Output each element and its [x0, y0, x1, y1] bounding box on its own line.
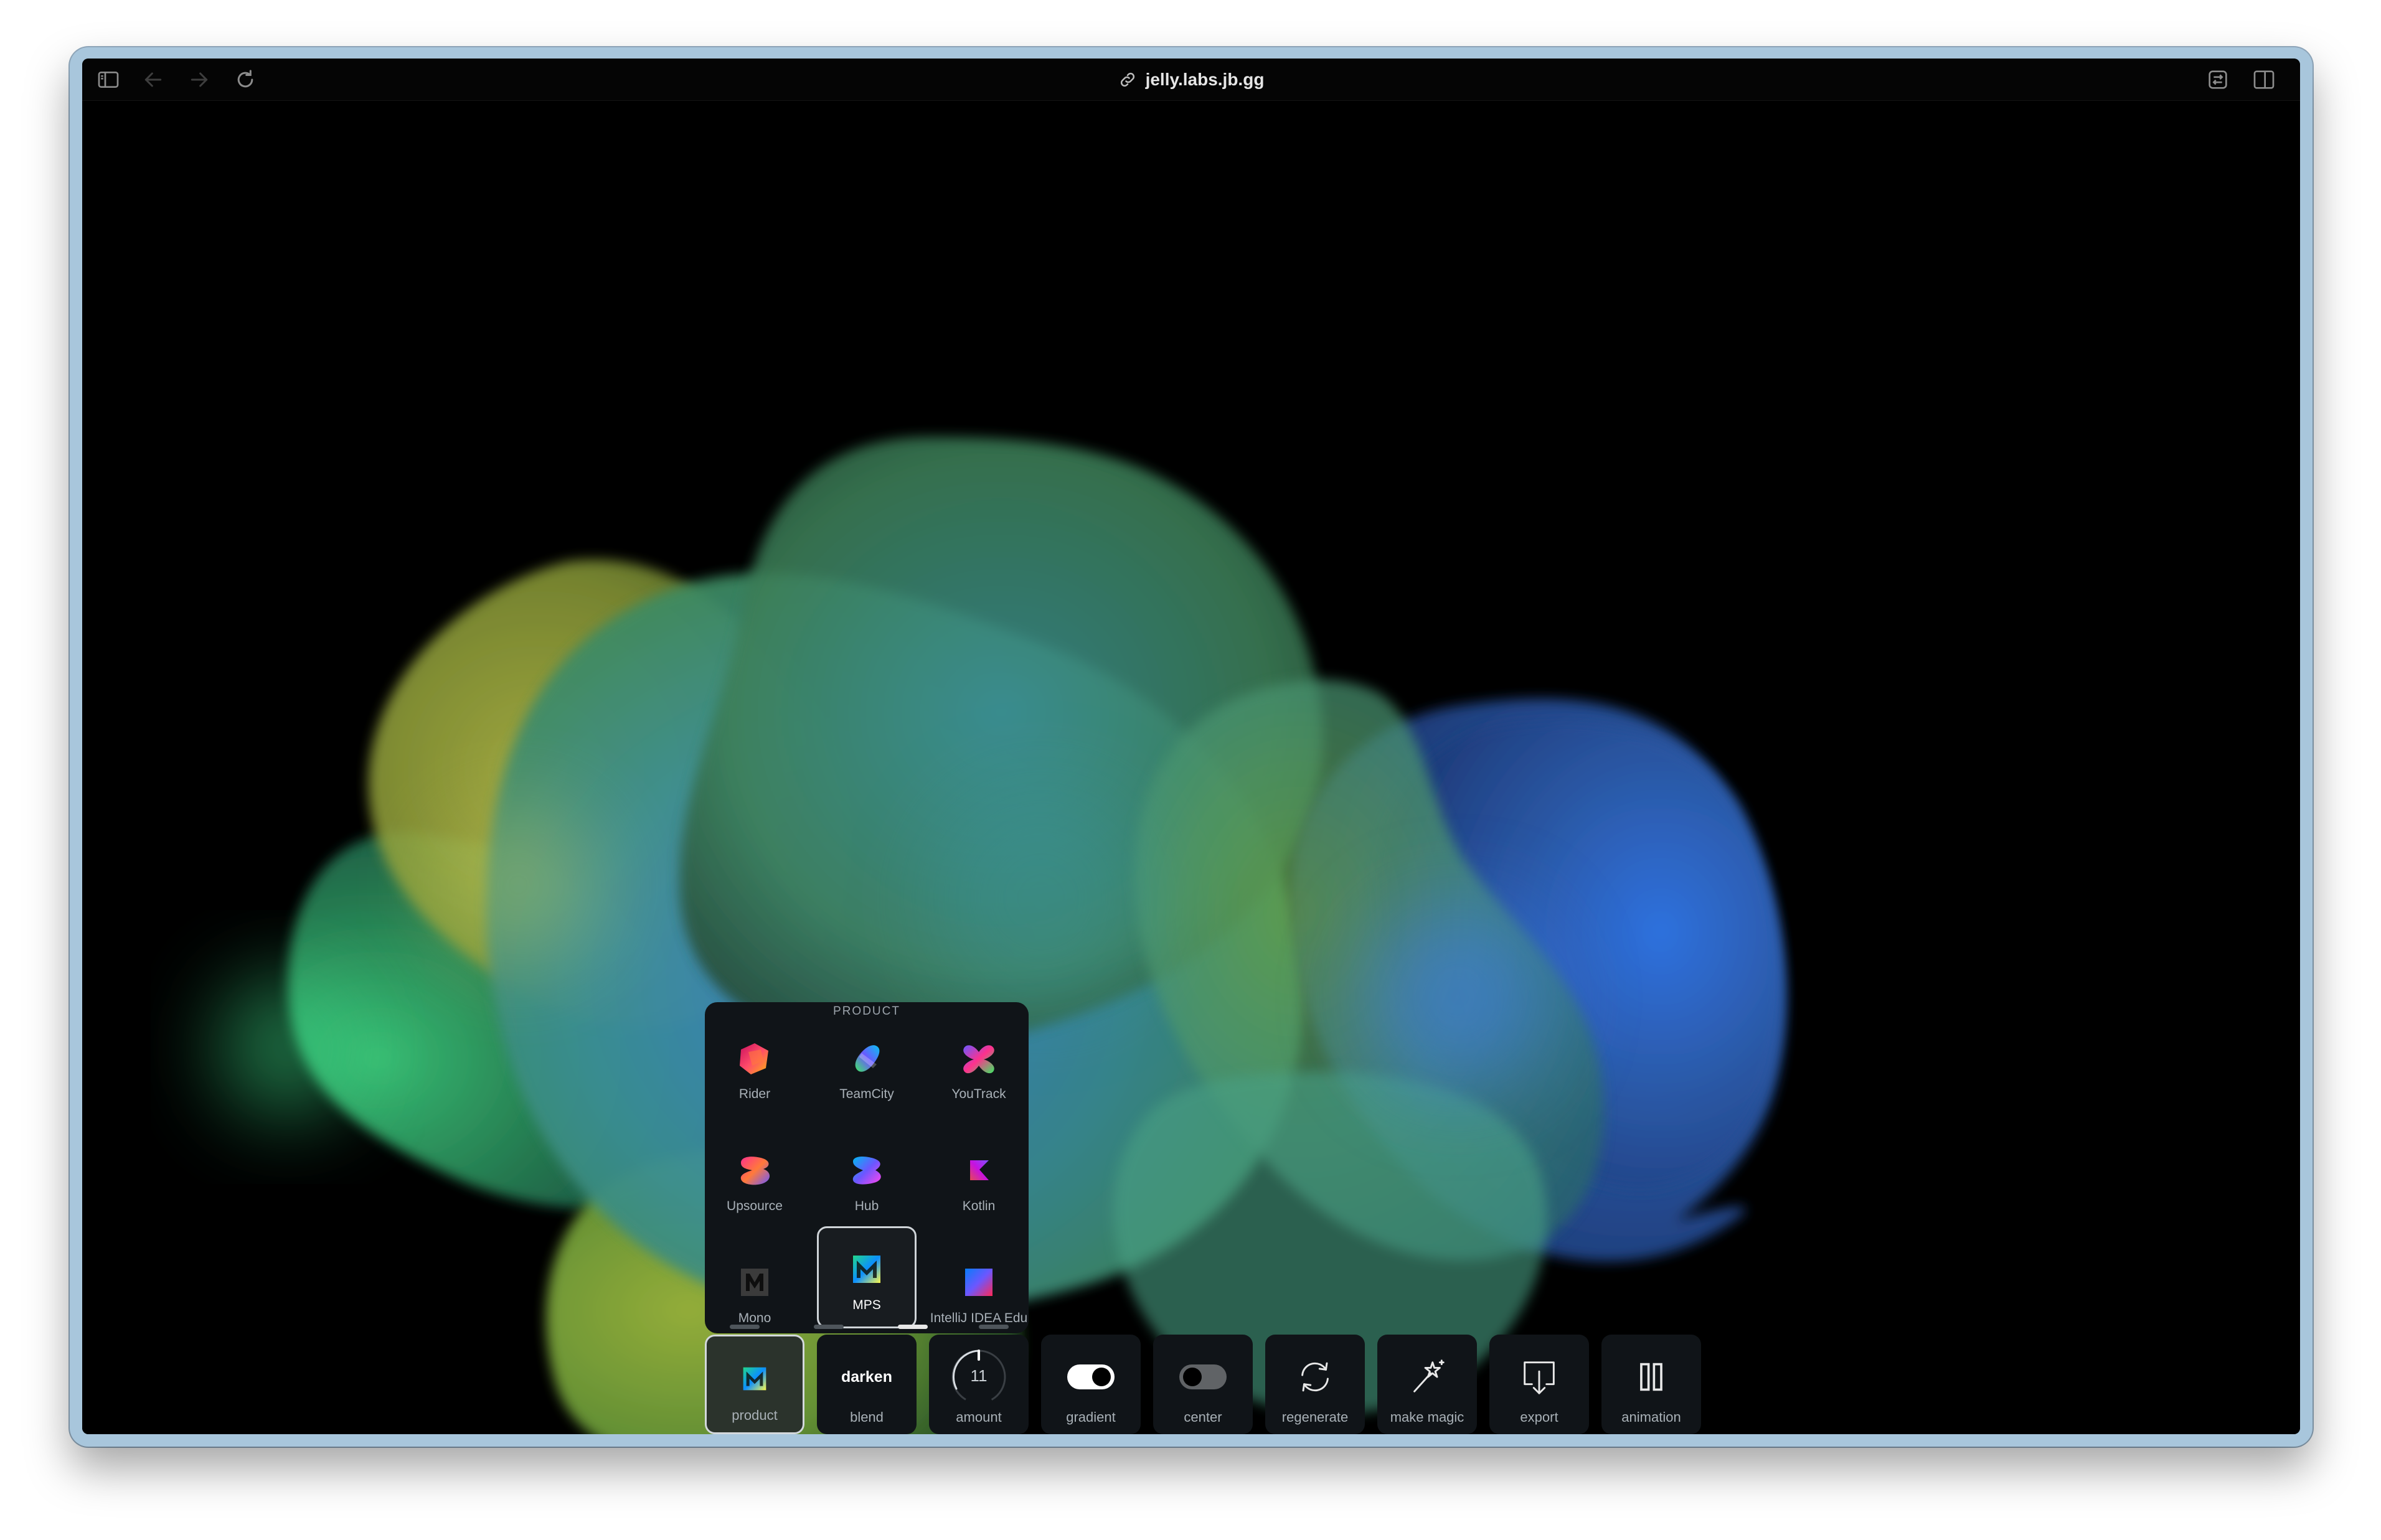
product-option-rider[interactable]: Rider: [705, 1013, 804, 1115]
product-label: Kotlin: [962, 1199, 996, 1213]
page-dot[interactable]: [979, 1325, 1009, 1329]
browser-toolbar: jelly.labs.jb.gg: [82, 59, 2300, 101]
product-label: Mono: [738, 1311, 771, 1325]
jelly-canvas[interactable]: [82, 101, 2300, 1434]
control-label: blend: [850, 1409, 884, 1425]
picker-pagination: [705, 1325, 1029, 1330]
gradient-control[interactable]: gradient: [1041, 1335, 1141, 1434]
mono-logo: [741, 1269, 768, 1296]
regenerate-icon: [1301, 1362, 1329, 1392]
product-option-kotlin[interactable]: Kotlin: [929, 1125, 1029, 1228]
magic-wand-icon: [1413, 1359, 1445, 1392]
mps-logo: [743, 1367, 766, 1391]
control-label: amount: [956, 1409, 1002, 1425]
youtrack-logo: [963, 1045, 994, 1074]
product-option-teamcity[interactable]: TeamCity: [817, 1013, 917, 1115]
blend-control[interactable]: darken blend: [817, 1335, 917, 1434]
amount-knob[interactable]: 11: [949, 1347, 1009, 1407]
product-option-hub[interactable]: Hub: [817, 1125, 917, 1228]
export-button[interactable]: export: [1489, 1335, 1589, 1434]
product-label: IntelliJ IDEA Edu: [930, 1311, 1028, 1325]
control-label: animation: [1621, 1409, 1681, 1425]
gradient-toggle[interactable]: [1067, 1364, 1115, 1389]
browser-window: jelly.labs.jb.gg PRODUCT Rider TeamCity …: [70, 47, 2313, 1447]
control-label: export: [1520, 1409, 1558, 1425]
control-label: center: [1184, 1409, 1222, 1425]
make-magic-button[interactable]: make magic: [1377, 1335, 1477, 1434]
page-dot[interactable]: [814, 1325, 844, 1329]
upsource-logo: [740, 1157, 770, 1185]
url-text: jelly.labs.jb.gg: [1145, 70, 1265, 89]
link-icon: [1120, 72, 1134, 87]
page-dot-active[interactable]: [898, 1325, 928, 1329]
amount-control[interactable]: 11 amount: [929, 1335, 1029, 1434]
control-label: regenerate: [1281, 1409, 1349, 1425]
page-dot[interactable]: [730, 1325, 760, 1329]
control-label: gradient: [1066, 1409, 1116, 1425]
export-icon: [1524, 1361, 1555, 1394]
pause-icon: [1640, 1363, 1662, 1391]
center-control[interactable]: center: [1153, 1335, 1253, 1434]
center-toggle[interactable]: [1179, 1364, 1227, 1389]
kotlin-logo: [970, 1160, 989, 1180]
animation-button[interactable]: animation: [1601, 1335, 1701, 1434]
product-label: Rider: [738, 1087, 771, 1101]
product-label: YouTrack: [951, 1087, 1006, 1101]
product-option-mps[interactable]: MPS: [817, 1226, 917, 1328]
intellij-idea-edu-logo: [965, 1269, 992, 1296]
control-label: make magic: [1390, 1409, 1464, 1425]
jelly-blobs: [219, 437, 1786, 1434]
split-view-icon[interactable]: [2251, 67, 2276, 92]
blend-value: darken: [841, 1368, 892, 1386]
product-option-intellij-idea-edu[interactable]: IntelliJ IDEA Edu: [929, 1237, 1029, 1333]
rider-logo: [740, 1043, 768, 1074]
teamcity-logo: [855, 1045, 880, 1072]
regenerate-button[interactable]: regenerate: [1265, 1335, 1365, 1434]
control-label: product: [732, 1407, 778, 1423]
hub-logo: [852, 1157, 881, 1185]
amount-value: 11: [970, 1366, 988, 1385]
product-label: Upsource: [727, 1199, 783, 1213]
product-label: TeamCity: [839, 1087, 894, 1101]
mps-logo: [853, 1256, 880, 1283]
product-option-youtrack[interactable]: YouTrack: [929, 1013, 1029, 1115]
product-picker: PRODUCT Rider TeamCity YouTrack Upsource…: [705, 1002, 1029, 1333]
browser-viewport: jelly.labs.jb.gg PRODUCT Rider TeamCity …: [82, 59, 2300, 1434]
product-option-mono[interactable]: Mono: [705, 1237, 804, 1333]
address-bar[interactable]: jelly.labs.jb.gg: [82, 66, 2300, 93]
product-control[interactable]: product: [705, 1335, 804, 1434]
product-option-upsource[interactable]: Upsource: [705, 1125, 804, 1228]
translate-icon[interactable]: [2205, 67, 2230, 92]
product-label: MPS: [852, 1298, 881, 1312]
product-label: Hub: [854, 1199, 879, 1213]
